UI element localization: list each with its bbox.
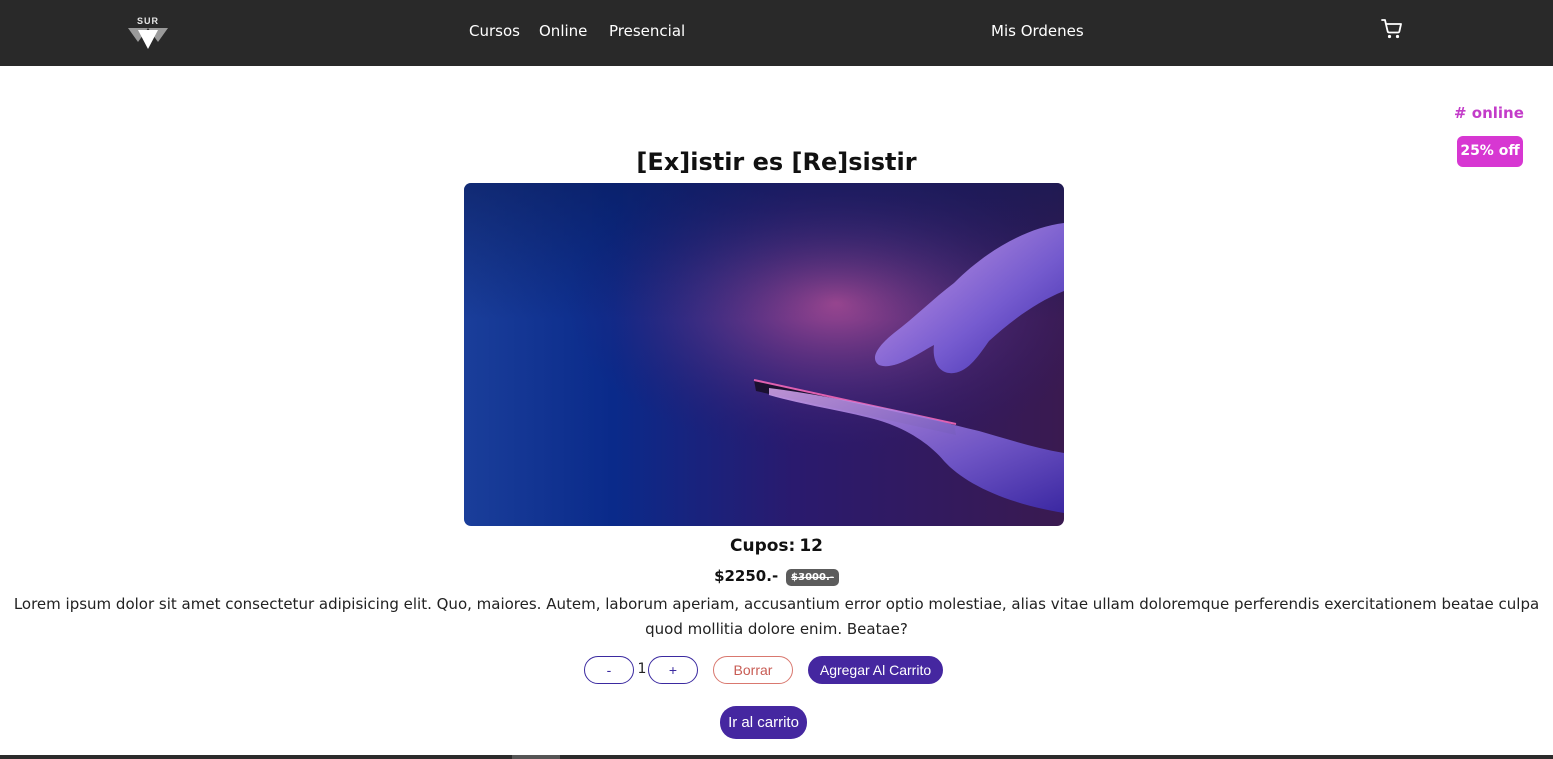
current-price: $2250.- <box>714 567 779 585</box>
cupos-label: Cupos: <box>729 536 796 556</box>
logo[interactable]: SUR <box>128 16 168 50</box>
quantity-value: 1 <box>637 661 647 677</box>
hands-with-phone-image <box>464 183 1064 526</box>
nav-link-online[interactable]: Online <box>539 22 587 40</box>
add-to-cart-button[interactable]: Agregar Al Carrito <box>808 656 943 684</box>
logo-text: SUR <box>136 16 159 26</box>
go-to-cart-button[interactable]: Ir al carrito <box>720 706 807 739</box>
navbar: SUR Cursos Online Presencial Mis Ordenes <box>0 0 1553 66</box>
decrement-button[interactable]: - <box>584 656 634 684</box>
nav-link-mis-ordenes[interactable]: Mis Ordenes <box>991 22 1084 40</box>
course-tag: # online <box>1454 104 1524 122</box>
horizontal-scrollbar[interactable] <box>0 755 1553 759</box>
cupos-value: 12 <box>799 536 823 556</box>
available-seats: Cupos: 12 <box>0 536 1553 556</box>
increment-button[interactable]: + <box>648 656 698 684</box>
price-row: $2250.- $3000.- <box>0 567 1553 586</box>
course-image <box>464 183 1064 526</box>
old-price-badge: $3000.- <box>786 569 839 586</box>
nav-link-presencial[interactable]: Presencial <box>609 22 685 40</box>
course-description: Lorem ipsum dolor sit amet consectetur a… <box>13 595 1540 638</box>
logo-triangles-icon <box>128 28 168 49</box>
shopping-cart-icon[interactable] <box>1380 17 1404 41</box>
course-title: [Ex]istir es [Re]sistir <box>636 148 917 176</box>
delete-button[interactable]: Borrar <box>713 656 793 684</box>
nav-link-cursos[interactable]: Cursos <box>469 22 520 40</box>
scrollbar-thumb[interactable] <box>512 755 560 759</box>
